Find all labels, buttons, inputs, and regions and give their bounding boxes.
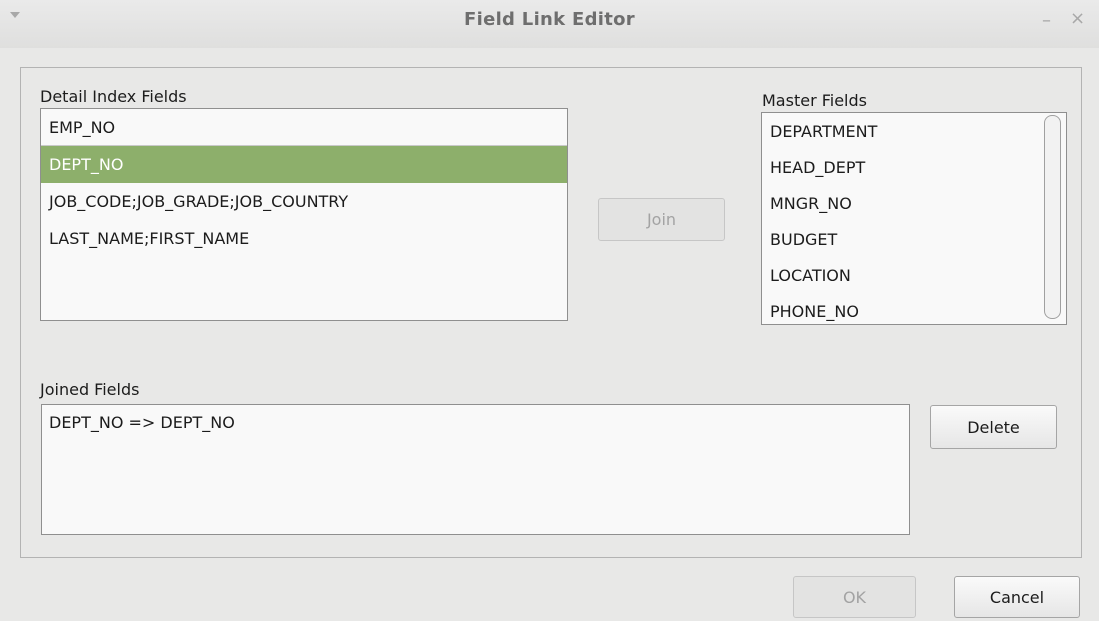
ok-button[interactable]: OK bbox=[793, 576, 916, 618]
cancel-button[interactable]: Cancel bbox=[954, 576, 1080, 618]
detail-field-item[interactable]: JOB_CODE;JOB_GRADE;JOB_COUNTRY bbox=[41, 183, 567, 220]
title-bar[interactable]: Field Link Editor – × bbox=[0, 0, 1099, 48]
detail-fields-label: Detail Index Fields bbox=[40, 87, 187, 106]
close-icon[interactable]: × bbox=[1070, 8, 1085, 29]
master-fields-list[interactable]: DEPARTMENT HEAD_DEPT MNGR_NO BUDGET LOCA… bbox=[761, 112, 1067, 325]
joined-fields-list[interactable]: DEPT_NO => DEPT_NO bbox=[41, 404, 910, 535]
master-field-item[interactable]: PHONE_NO bbox=[762, 294, 1066, 324]
joined-fields-label: Joined Fields bbox=[40, 380, 140, 399]
detail-fields-list[interactable]: EMP_NO DEPT_NO JOB_CODE;JOB_GRADE;JOB_CO… bbox=[40, 108, 568, 321]
join-button[interactable]: Join bbox=[598, 198, 725, 241]
master-field-item[interactable]: HEAD_DEPT bbox=[762, 150, 1066, 186]
minimize-icon[interactable]: – bbox=[1042, 10, 1051, 31]
window-title: Field Link Editor bbox=[464, 9, 635, 30]
detail-field-item-selected[interactable]: DEPT_NO bbox=[41, 146, 567, 183]
detail-field-item[interactable]: LAST_NAME;FIRST_NAME bbox=[41, 220, 567, 257]
master-fields-label: Master Fields bbox=[762, 91, 867, 110]
master-field-item[interactable]: BUDGET bbox=[762, 222, 1066, 258]
joined-field-item[interactable]: DEPT_NO => DEPT_NO bbox=[42, 405, 909, 441]
master-field-item[interactable]: LOCATION bbox=[762, 258, 1066, 294]
master-field-item[interactable]: DEPARTMENT bbox=[762, 114, 1066, 150]
detail-field-item[interactable]: EMP_NO bbox=[41, 109, 567, 146]
master-field-item[interactable]: MNGR_NO bbox=[762, 186, 1066, 222]
delete-button[interactable]: Delete bbox=[930, 405, 1057, 449]
master-fields-scrollbar[interactable] bbox=[1044, 115, 1061, 319]
